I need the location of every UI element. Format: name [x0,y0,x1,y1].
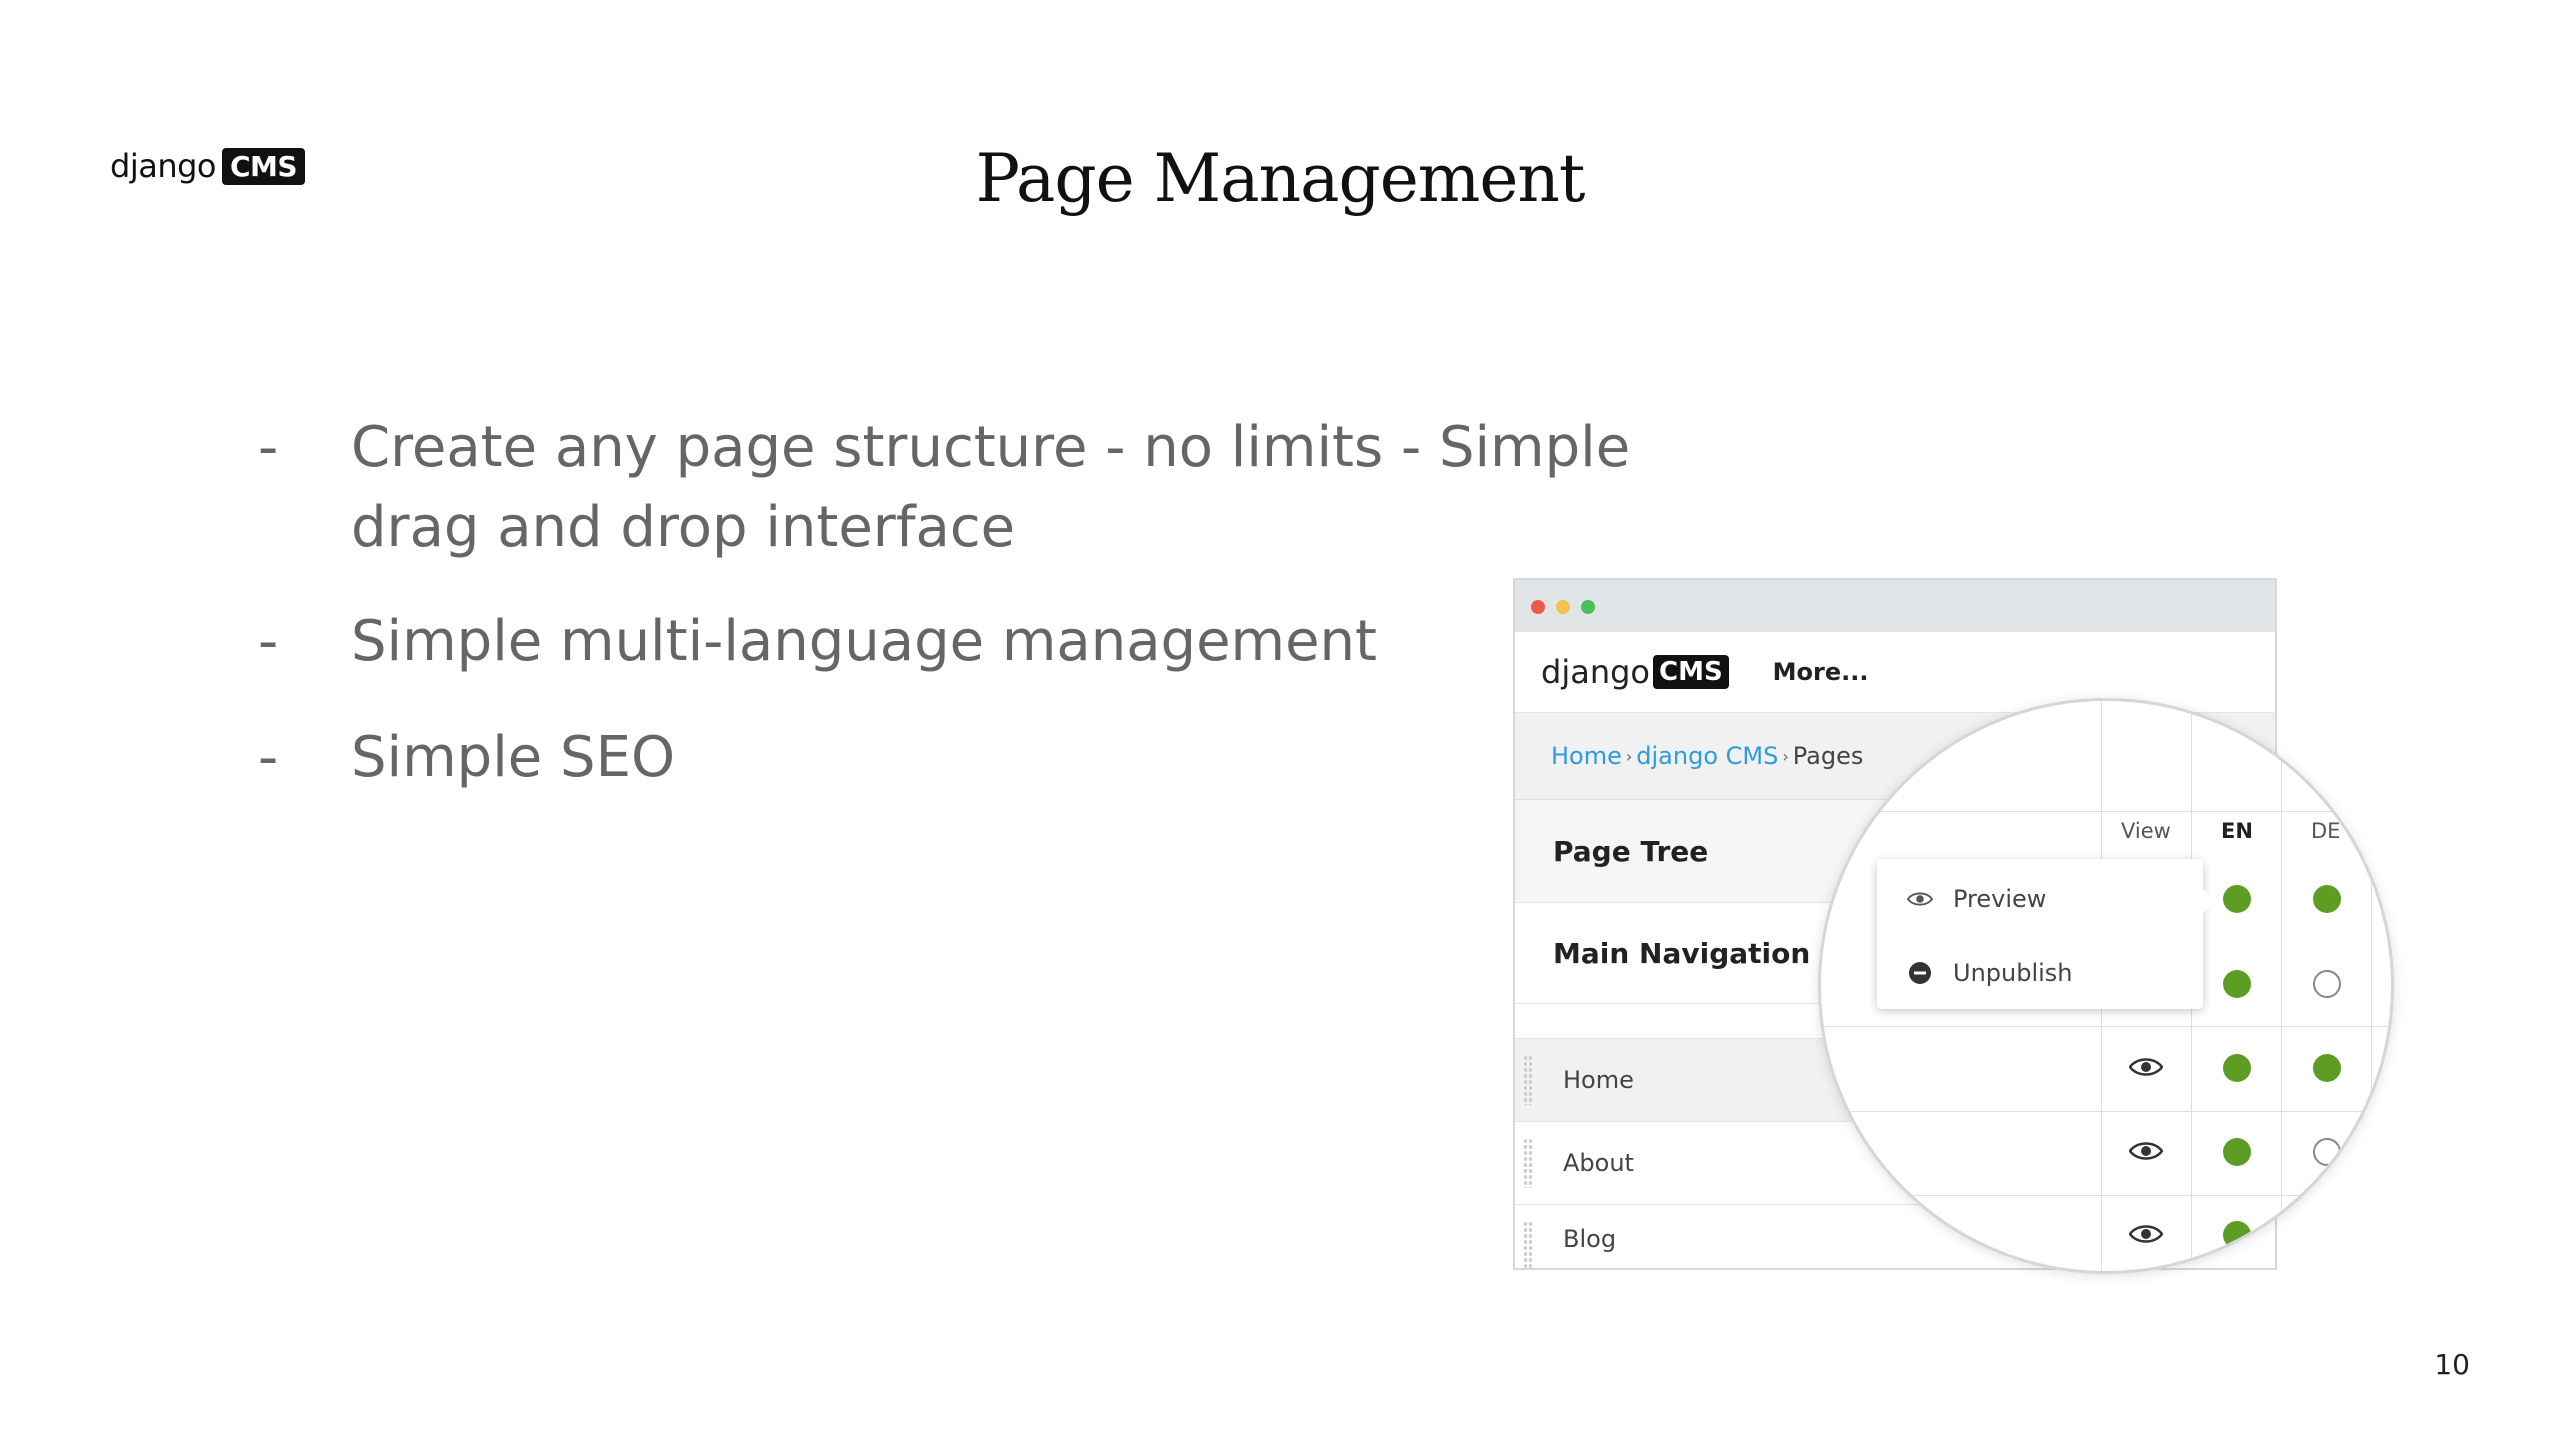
eye-icon[interactable] [2129,1139,2163,1163]
menu-item-unpublish[interactable]: Unpublish [1907,959,2073,987]
minus-circle-icon [1907,960,1933,986]
slide-title: Page Management [975,140,1586,217]
drag-handle-icon[interactable] [1523,1221,1533,1268]
bullet-marker: - [258,725,279,790]
bullet-item: - Simple multi-language management [258,602,1708,682]
drag-handle-icon[interactable] [1523,1055,1533,1105]
page-title-blog[interactable]: Blog [1563,1225,1616,1253]
menu-item-preview-label: Preview [1953,885,2047,913]
eye-icon [1907,886,1933,912]
bullet-marker: - [258,609,279,674]
toolbar-logo-word[interactable]: django [1541,653,1650,691]
page-title-home[interactable]: Home [1563,1066,1634,1094]
window-titlebar [1515,580,2275,632]
page-tree-label: Page Tree [1553,834,1709,868]
page-title-about[interactable]: About [1563,1149,1634,1177]
column-divider [2371,701,2372,1271]
menu-item-preview[interactable]: Preview [1907,885,2046,913]
status-en-published[interactable] [2223,1221,2251,1249]
eye-icon[interactable] [2129,1055,2163,1079]
status-en-published[interactable] [2223,1054,2251,1082]
status-de-published[interactable] [2313,885,2341,913]
page-number: 10 [2434,1348,2470,1381]
bullet-marker: - [258,415,279,480]
toolbar-logo-badge[interactable]: CMS [1652,655,1729,689]
row-divider [1821,1111,2391,1112]
column-header-de: DE [2311,819,2341,843]
bullet-text: Simple multi-language management [351,609,1377,674]
menu-item-unpublish-label: Unpublish [1953,959,2073,987]
breadcrumb-home[interactable]: Home [1551,742,1622,770]
main-navigation-label: Main Navigation [1553,936,1811,970]
column-divider [2281,701,2282,1271]
bullet-list: - Create any page structure - no limits … [258,408,1708,832]
breadcrumb-separator: › [1625,746,1633,766]
status-de-unpublished[interactable] [2313,970,2341,998]
publish-popup-menu: Preview Unpublish [1877,859,2215,1009]
magnifier-lens: View EN DE Preview Unpublish [1818,698,2394,1274]
bullet-text: Simple SEO [351,725,676,790]
bullet-item: - Create any page structure - no limits … [258,408,1708,568]
column-header-view: View [2121,819,2171,843]
drag-handle-icon[interactable] [1523,1138,1533,1188]
status-en-published[interactable] [2223,1138,2251,1166]
column-header-en: EN [2221,819,2253,843]
status-de-unpublished[interactable] [2313,1138,2341,1166]
status-en-published[interactable] [2223,970,2251,998]
lens-content: View EN DE Preview Unpublish [1821,701,2391,1271]
breadcrumb-django-cms[interactable]: django CMS [1636,742,1778,770]
row-divider [1821,1026,2391,1027]
bullet-text: Create any page structure - no limits - … [351,415,1631,560]
minimize-window-dot[interactable] [1556,600,1570,614]
more-menu[interactable]: More... [1773,658,1869,686]
bullet-item: - Simple SEO [258,718,1708,798]
breadcrumb-separator: › [1782,746,1789,766]
row-divider [1821,1195,2391,1196]
row-divider [1821,811,2391,812]
status-en-published[interactable] [2223,885,2251,913]
maximize-window-dot[interactable] [1581,600,1595,614]
close-window-dot[interactable] [1531,600,1545,614]
status-de-published[interactable] [2313,1054,2341,1082]
eye-icon[interactable] [2129,1222,2163,1246]
